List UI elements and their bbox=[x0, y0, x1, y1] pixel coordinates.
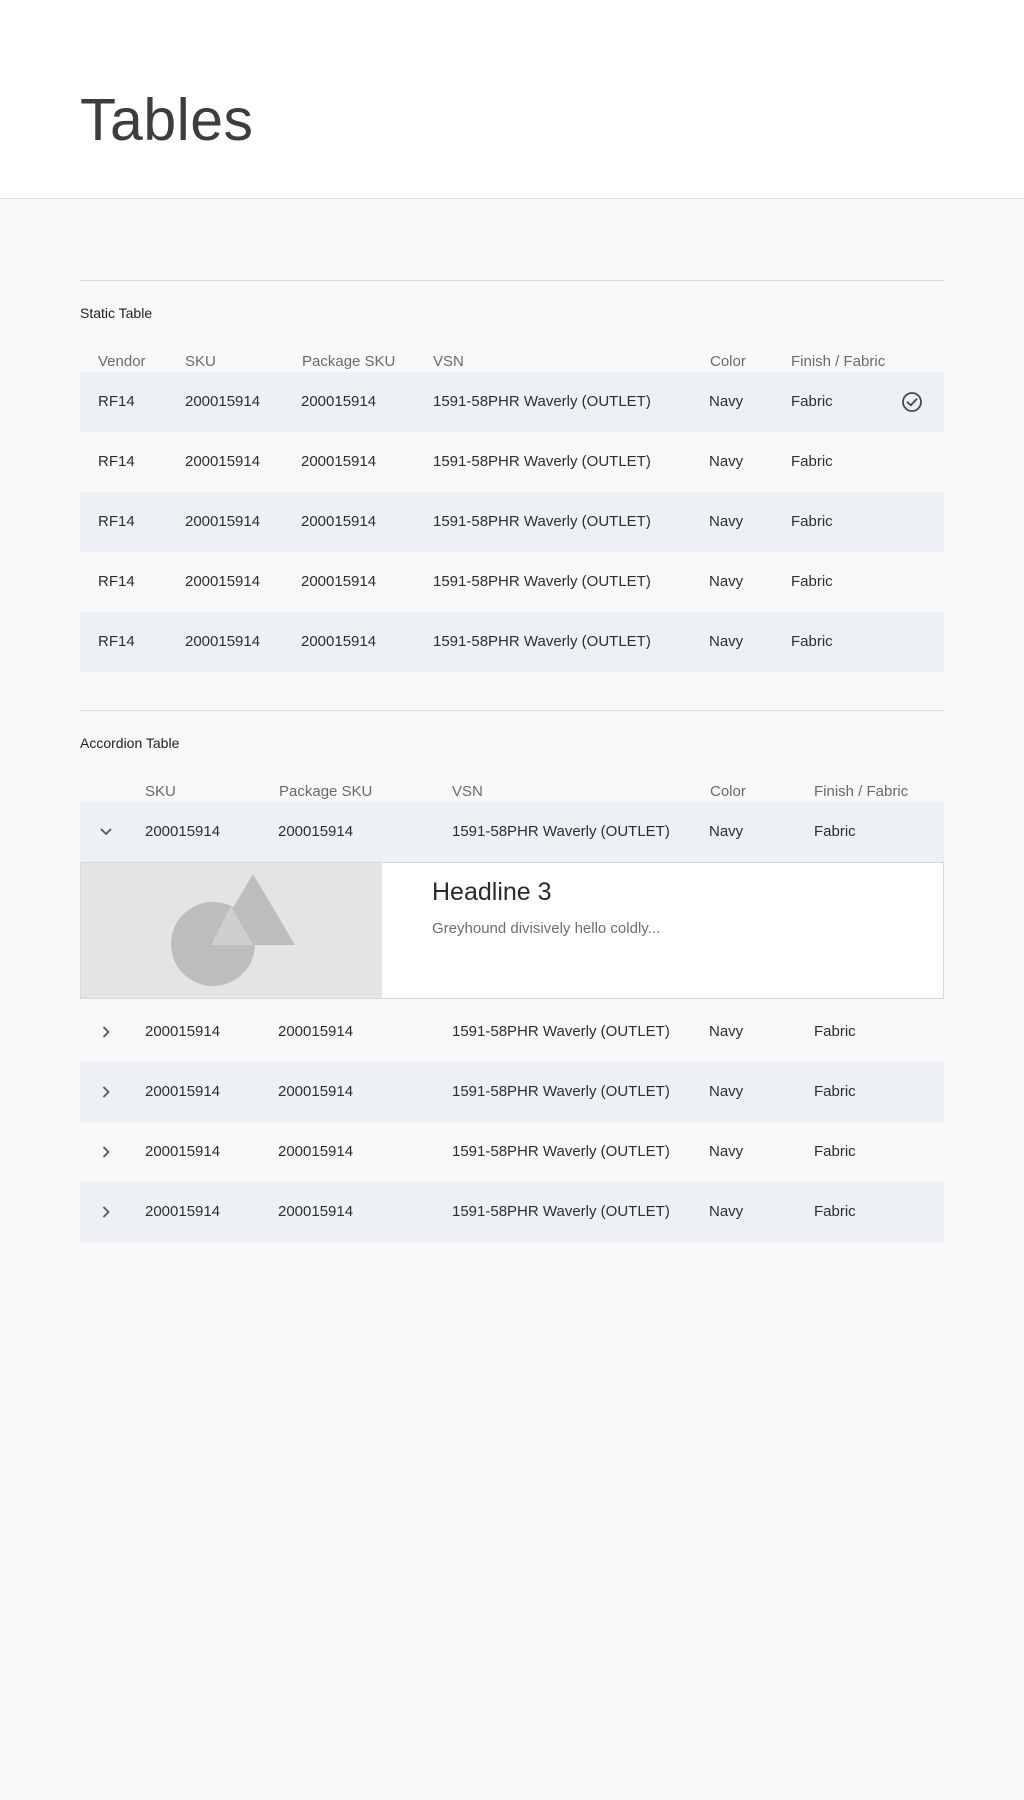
cell-sku: 200015914 bbox=[145, 1203, 221, 1220]
static-table-title: Static Table bbox=[80, 305, 153, 321]
cell-finish: Fabric bbox=[791, 453, 833, 470]
column-header-sku[interactable]: SKU bbox=[145, 783, 176, 800]
cell-package-sku: 200015914 bbox=[301, 573, 377, 590]
cell-color: Navy bbox=[709, 1023, 744, 1040]
section-divider bbox=[80, 710, 944, 711]
cell-finish: Fabric bbox=[791, 573, 833, 590]
cell-color: Navy bbox=[709, 573, 744, 590]
column-header-vsn[interactable]: VSN bbox=[433, 353, 464, 370]
cell-finish: Fabric bbox=[791, 513, 833, 530]
page-title: Tables bbox=[80, 87, 254, 153]
table-row[interactable]: RF14 200015914 200015914 1591-58PHR Wave… bbox=[80, 432, 944, 492]
cell-finish: Fabric bbox=[814, 1203, 856, 1220]
cell-vsn: 1591-58PHR Waverly (OUTLET) bbox=[433, 393, 651, 410]
cell-package-sku: 200015914 bbox=[278, 1083, 354, 1100]
cell-color: Navy bbox=[709, 823, 744, 840]
cell-color: Navy bbox=[709, 393, 744, 410]
panel-body-text: Greyhound divisively hello coldly... bbox=[432, 920, 661, 937]
chevron-right-icon[interactable] bbox=[96, 1202, 116, 1222]
cell-package-sku: 200015914 bbox=[278, 1023, 354, 1040]
cell-vsn: 1591-58PHR Waverly (OUTLET) bbox=[433, 573, 651, 590]
cell-vsn: 1591-58PHR Waverly (OUTLET) bbox=[433, 633, 651, 650]
table-row[interactable]: RF14 200015914 200015914 1591-58PHR Wave… bbox=[80, 372, 944, 432]
page-header: Tables bbox=[0, 0, 1024, 199]
cell-vsn: 1591-58PHR Waverly (OUTLET) bbox=[452, 1023, 670, 1040]
cell-vsn: 1591-58PHR Waverly (OUTLET) bbox=[452, 1143, 670, 1160]
check-circle-icon[interactable] bbox=[901, 391, 923, 413]
cell-finish: Fabric bbox=[814, 1143, 856, 1160]
cell-sku: 200015914 bbox=[145, 1083, 221, 1100]
cell-finish: Fabric bbox=[791, 393, 833, 410]
cell-package-sku: 200015914 bbox=[278, 1143, 354, 1160]
cell-color: Navy bbox=[709, 1143, 744, 1160]
cell-vendor: RF14 bbox=[98, 573, 135, 590]
accordion-row[interactable]: 200015914 200015914 1591-58PHR Waverly (… bbox=[80, 1002, 944, 1062]
column-header-vsn[interactable]: VSN bbox=[452, 783, 483, 800]
cell-package-sku: 200015914 bbox=[301, 633, 377, 650]
cell-package-sku: 200015914 bbox=[301, 393, 377, 410]
cell-sku: 200015914 bbox=[185, 453, 261, 470]
cell-vsn: 1591-58PHR Waverly (OUTLET) bbox=[433, 453, 651, 470]
cell-vsn: 1591-58PHR Waverly (OUTLET) bbox=[452, 823, 670, 840]
accordion-row[interactable]: 200015914 200015914 1591-58PHR Waverly (… bbox=[80, 1182, 944, 1242]
table-row[interactable]: RF14 200015914 200015914 1591-58PHR Wave… bbox=[80, 612, 944, 672]
cell-vendor: RF14 bbox=[98, 453, 135, 470]
cell-finish: Fabric bbox=[814, 1023, 856, 1040]
image-placeholder-icon bbox=[171, 874, 295, 986]
cell-vendor: RF14 bbox=[98, 633, 135, 650]
cell-vendor: RF14 bbox=[98, 513, 135, 530]
accordion-expanded-panel: Headline 3 Greyhound divisively hello co… bbox=[80, 862, 944, 999]
cell-color: Navy bbox=[709, 1203, 744, 1220]
column-header-package-sku[interactable]: Package SKU bbox=[302, 353, 395, 370]
cell-sku: 200015914 bbox=[185, 513, 261, 530]
cell-package-sku: 200015914 bbox=[301, 453, 377, 470]
accordion-row[interactable]: 200015914 200015914 1591-58PHR Waverly (… bbox=[80, 1122, 944, 1182]
cell-finish: Fabric bbox=[814, 1083, 856, 1100]
cell-package-sku: 200015914 bbox=[301, 513, 377, 530]
section-divider bbox=[80, 280, 944, 281]
column-header-color[interactable]: Color bbox=[710, 783, 746, 800]
cell-vendor: RF14 bbox=[98, 393, 135, 410]
cell-color: Navy bbox=[709, 1083, 744, 1100]
cell-sku: 200015914 bbox=[145, 1023, 221, 1040]
cell-sku: 200015914 bbox=[185, 573, 261, 590]
column-header-vendor[interactable]: Vendor bbox=[98, 353, 146, 370]
accordion-table-title: Accordion Table bbox=[80, 735, 180, 751]
table-row[interactable]: RF14 200015914 200015914 1591-58PHR Wave… bbox=[80, 492, 944, 552]
cell-color: Navy bbox=[709, 513, 744, 530]
column-header-finish[interactable]: Finish / Fabric bbox=[814, 783, 908, 800]
cell-package-sku: 200015914 bbox=[278, 1203, 354, 1220]
chevron-right-icon[interactable] bbox=[96, 1022, 116, 1042]
column-header-finish[interactable]: Finish / Fabric bbox=[791, 353, 885, 370]
accordion-row[interactable]: 200015914 200015914 1591-58PHR Waverly (… bbox=[80, 1062, 944, 1122]
chevron-down-icon[interactable] bbox=[96, 822, 116, 842]
column-header-color[interactable]: Color bbox=[710, 353, 746, 370]
cell-vsn: 1591-58PHR Waverly (OUTLET) bbox=[433, 513, 651, 530]
chevron-right-icon[interactable] bbox=[96, 1082, 116, 1102]
cell-sku: 200015914 bbox=[185, 633, 261, 650]
chevron-right-icon[interactable] bbox=[96, 1142, 116, 1162]
cell-sku: 200015914 bbox=[185, 393, 261, 410]
cell-sku: 200015914 bbox=[145, 1143, 221, 1160]
cell-finish: Fabric bbox=[814, 823, 856, 840]
cell-color: Navy bbox=[709, 633, 744, 650]
column-header-package-sku[interactable]: Package SKU bbox=[279, 783, 372, 800]
column-header-sku[interactable]: SKU bbox=[185, 353, 216, 370]
cell-sku: 200015914 bbox=[145, 823, 221, 840]
panel-headline: Headline 3 bbox=[432, 878, 552, 906]
cell-finish: Fabric bbox=[791, 633, 833, 650]
accordion-row[interactable]: 200015914 200015914 1591-58PHR Waverly (… bbox=[80, 802, 944, 862]
table-row[interactable]: RF14 200015914 200015914 1591-58PHR Wave… bbox=[80, 552, 944, 612]
cell-color: Navy bbox=[709, 453, 744, 470]
image-placeholder bbox=[81, 863, 382, 998]
cell-vsn: 1591-58PHR Waverly (OUTLET) bbox=[452, 1203, 670, 1220]
cell-package-sku: 200015914 bbox=[278, 823, 354, 840]
cell-vsn: 1591-58PHR Waverly (OUTLET) bbox=[452, 1083, 670, 1100]
